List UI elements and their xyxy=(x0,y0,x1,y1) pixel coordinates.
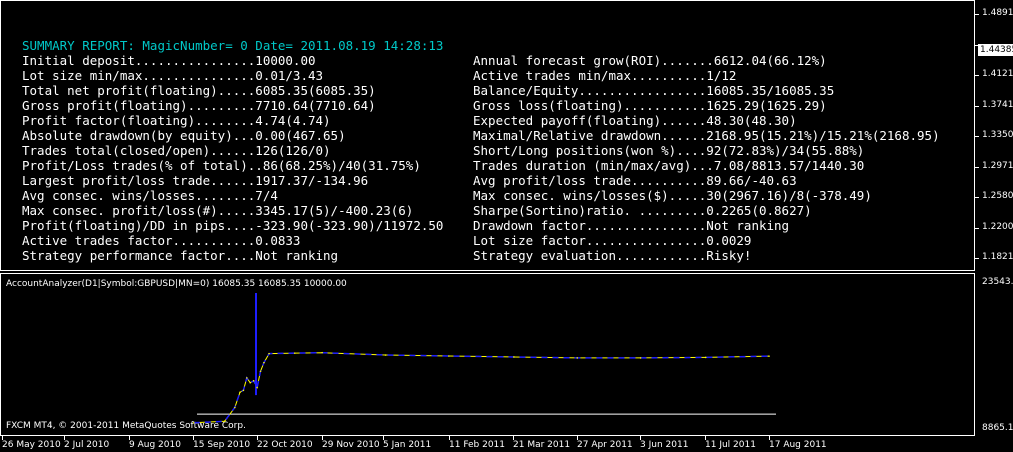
balance-point xyxy=(293,352,296,354)
balance-point xyxy=(242,389,245,392)
balance-equity-chart xyxy=(192,293,776,424)
balance-point xyxy=(223,420,226,423)
balance-point xyxy=(192,421,195,424)
balance-point xyxy=(768,355,770,357)
balance-point xyxy=(704,356,707,359)
balance-point xyxy=(384,354,387,356)
balance-point xyxy=(256,386,258,389)
equity-series-line xyxy=(193,351,770,424)
balance-point xyxy=(268,352,270,355)
balance-point xyxy=(239,391,241,394)
balance-point xyxy=(234,406,236,409)
balance-point xyxy=(639,357,642,359)
balance-point xyxy=(263,361,265,364)
balance-point xyxy=(576,357,579,359)
balance-series-line xyxy=(193,352,770,424)
balance-point xyxy=(259,370,262,373)
balance-point xyxy=(513,356,515,358)
balance-point xyxy=(249,381,252,384)
balance-point xyxy=(321,351,323,354)
balance-point xyxy=(252,379,255,382)
balance-point xyxy=(448,355,450,357)
balance-point xyxy=(246,377,248,379)
